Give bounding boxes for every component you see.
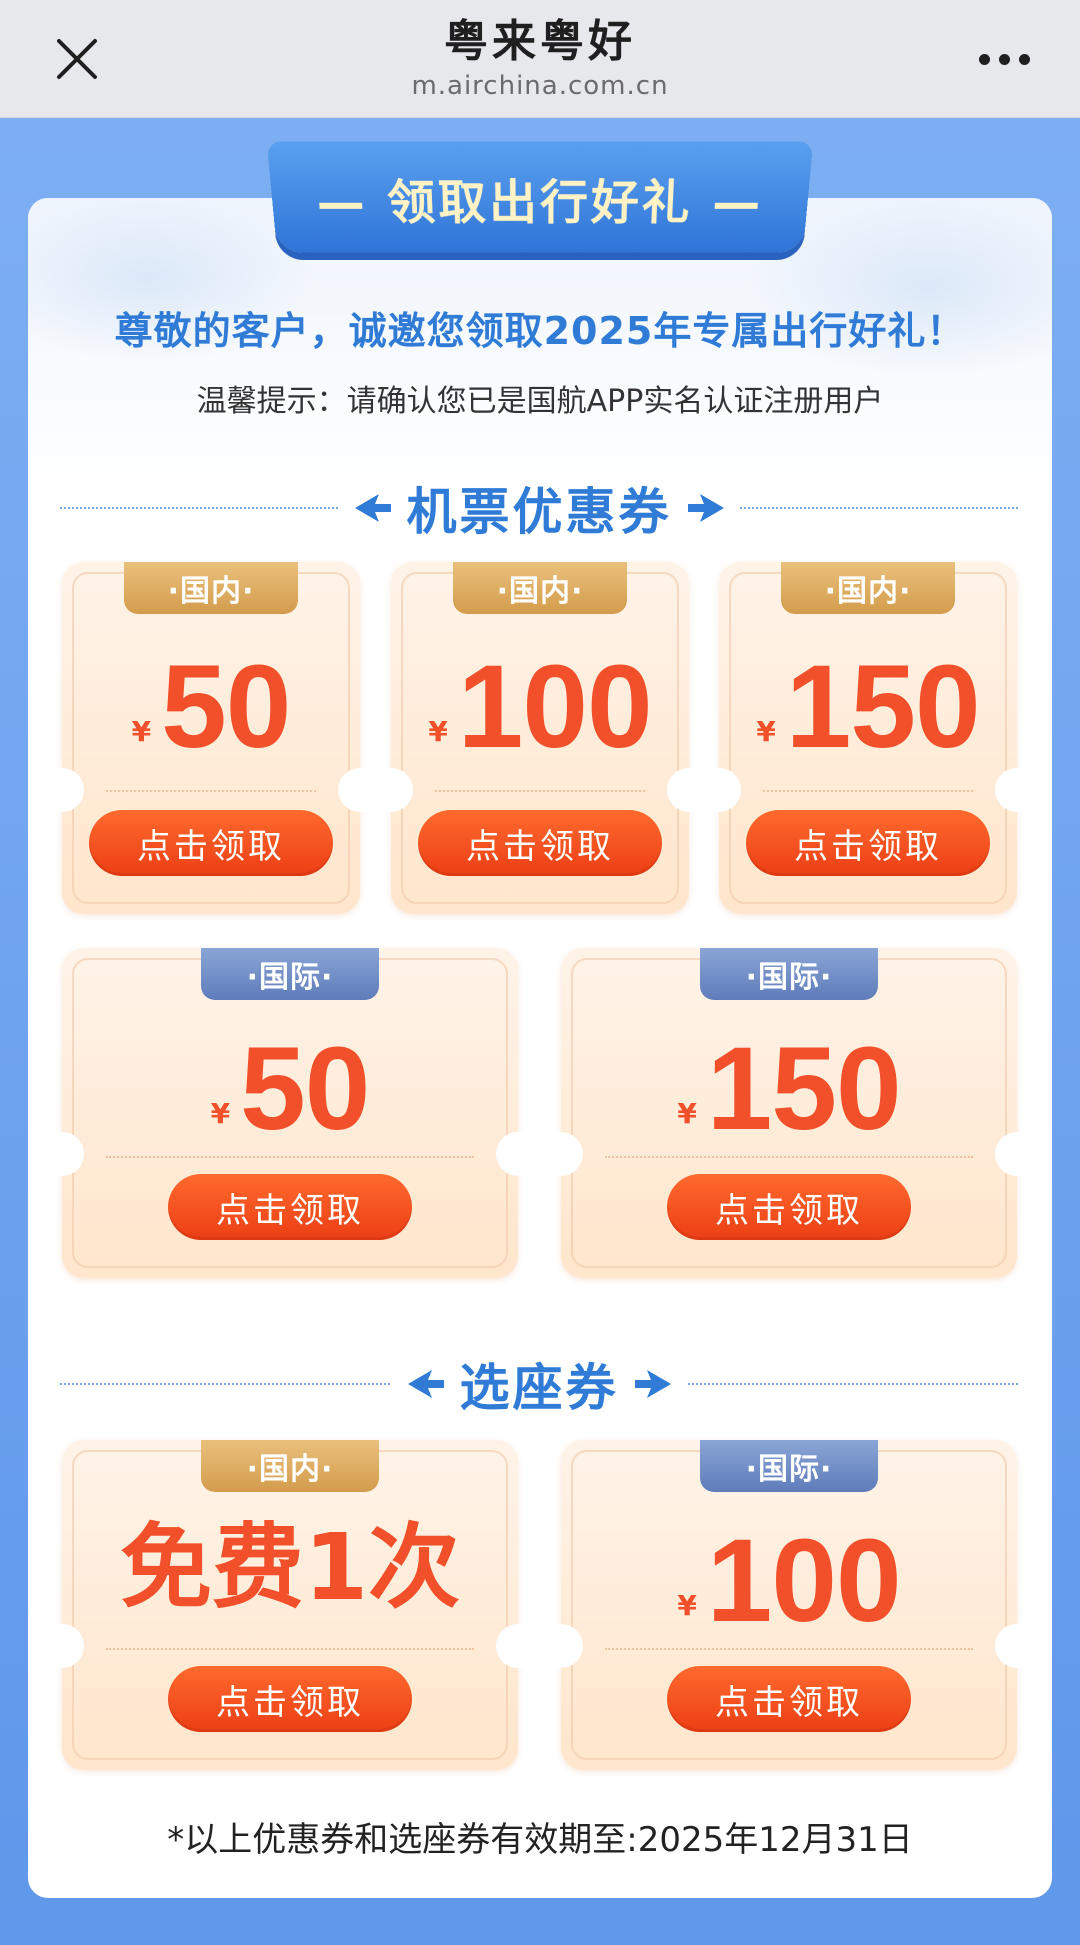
currency-symbol: ¥ xyxy=(131,715,152,748)
section-title: 选座券 xyxy=(459,1359,619,1417)
coupon-domestic-50: ·国内· ¥ 50 点击领取 xyxy=(40,562,382,914)
plane-left-icon xyxy=(407,1370,444,1398)
seat-coupon-domestic: ·国内· 免费1次 点击领取 xyxy=(40,1440,540,1770)
amount-value: 100 xyxy=(457,641,653,773)
coupon-domestic-150: ·国内· ¥ 150 点击领取 xyxy=(697,562,1039,914)
coupon-tag: ·国内· xyxy=(453,562,627,614)
divider xyxy=(740,507,1018,509)
divider xyxy=(60,507,338,509)
close-icon xyxy=(57,39,97,79)
coupon-divider xyxy=(435,790,645,792)
coupon-tag: ·国际· xyxy=(700,948,878,1000)
more-icon xyxy=(1018,53,1030,65)
coupon-amount: ¥ 150 xyxy=(719,648,1017,766)
coupon-tag: ·国际· xyxy=(201,948,379,1000)
section-seat-header: 选座券 xyxy=(60,1352,1018,1417)
amount-value: 150 xyxy=(785,641,981,773)
section-ticket-header: 机票优惠券 xyxy=(60,476,1018,541)
coupon-amount: ¥ 50 xyxy=(62,648,360,766)
coupon-amount: ¥ 150 xyxy=(561,1030,1017,1148)
section-title-box: 机票优惠券 xyxy=(343,472,736,544)
coupon-notch xyxy=(369,768,413,812)
currency-symbol: ¥ xyxy=(677,1589,697,1622)
title-ribbon: — 领取出行好礼 — xyxy=(266,141,814,253)
claim-button[interactable]: 点击领取 xyxy=(746,810,990,876)
coupon-notch xyxy=(995,768,1039,812)
validity-footnote: *以上优惠券和选座券有效期至:2025年12月31日 xyxy=(167,1820,913,1860)
plane-right-icon xyxy=(687,494,724,522)
coupon-amount: ¥ 100 xyxy=(391,648,689,766)
coupon-tag: ·国际· xyxy=(700,1440,878,1492)
claim-button[interactable]: 点击领取 xyxy=(667,1174,911,1240)
divider xyxy=(688,1383,1018,1385)
coupon-domestic-100: ·国内· ¥ 100 点击领取 xyxy=(369,562,711,914)
amount-value: 50 xyxy=(240,1023,370,1155)
more-icon xyxy=(978,53,990,65)
coupon-amount: ¥ 50 xyxy=(62,1030,518,1148)
coupon-notch xyxy=(40,1624,84,1668)
coupon-tag: ·国内· xyxy=(124,562,298,614)
tip-text: 温馨提示：请确认您已是国航APP实名认证注册用户 xyxy=(196,384,884,419)
coupon-international-50: ·国际· ¥ 50 点击领取 xyxy=(40,948,540,1278)
amount-value: 50 xyxy=(161,641,291,773)
currency-symbol: ¥ xyxy=(677,1097,697,1130)
coupon-amount: 免费1次 xyxy=(62,1518,518,1618)
plane-left-icon xyxy=(354,494,391,522)
claim-button[interactable]: 点击领取 xyxy=(168,1666,412,1732)
coupon-notch xyxy=(40,768,84,812)
coupon-notch xyxy=(697,768,741,812)
section-title-box: 选座券 xyxy=(396,1348,683,1420)
top-bar: 粤来粤好 m.airchina.com.cn xyxy=(0,0,1080,118)
coupon-tag: ·国内· xyxy=(201,1440,379,1492)
ribbon-text: — 领取出行好礼 — xyxy=(314,175,766,231)
currency-symbol: ¥ xyxy=(428,715,448,748)
coupon-divider xyxy=(106,790,316,792)
coupon-amount: ¥ 100 xyxy=(561,1522,1017,1640)
more-button[interactable] xyxy=(964,34,1044,84)
claim-button[interactable]: 点击领取 xyxy=(89,810,333,876)
coupon-divider xyxy=(763,790,973,792)
amount-value: 150 xyxy=(706,1023,902,1155)
more-icon xyxy=(998,53,1010,65)
seat-coupon-international: ·国际· ¥ 100 点击领取 xyxy=(539,1440,1039,1770)
coupon-notch xyxy=(496,1624,540,1668)
plane-right-icon xyxy=(634,1370,671,1398)
coupon-divider xyxy=(106,1648,474,1650)
amount-value: 100 xyxy=(706,1515,902,1647)
section-title: 机票优惠券 xyxy=(406,483,672,541)
coupon-divider xyxy=(106,1156,474,1158)
currency-symbol: ¥ xyxy=(756,715,776,748)
coupon-divider xyxy=(605,1648,973,1650)
claim-button[interactable]: 点击领取 xyxy=(667,1666,911,1732)
title-block: 粤来粤好 m.airchina.com.cn xyxy=(290,14,790,102)
page-url: m.airchina.com.cn xyxy=(411,71,669,101)
claim-button[interactable]: 点击领取 xyxy=(168,1174,412,1240)
divider xyxy=(60,1383,390,1385)
greeting-text: 尊敬的客户，诚邀您领取2025年专属出行好礼！ xyxy=(114,309,966,353)
free-text: 免费1次 xyxy=(119,1514,460,1621)
coupon-international-150: ·国际· ¥ 150 点击领取 xyxy=(539,948,1039,1278)
page-title: 粤来粤好 xyxy=(444,16,636,67)
close-button[interactable] xyxy=(40,22,114,96)
currency-symbol: ¥ xyxy=(210,1097,231,1130)
coupon-divider xyxy=(605,1156,973,1158)
coupon-tag: ·国内· xyxy=(781,562,955,614)
claim-button[interactable]: 点击领取 xyxy=(418,810,662,876)
